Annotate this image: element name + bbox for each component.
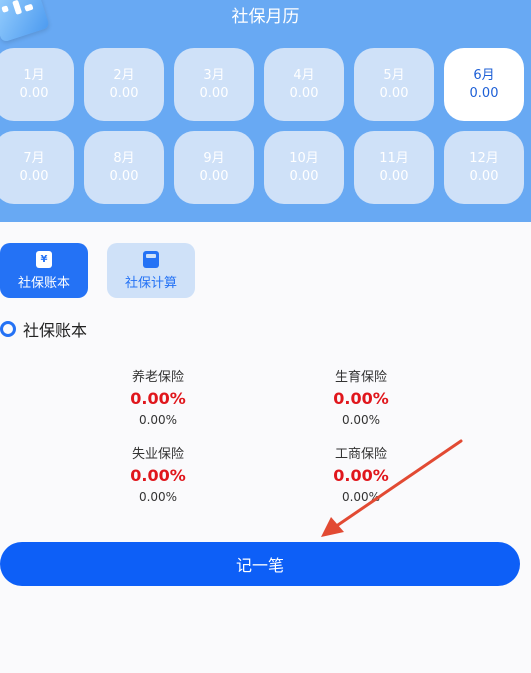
circle-bullet-icon <box>0 321 16 337</box>
month-tile-2[interactable]: 2月 0.00 <box>84 48 164 121</box>
tab-ledger-label: 社保账本 <box>17 275 70 291</box>
insurance-name: 生育保险 <box>334 370 387 385</box>
month-value: 0.00 <box>199 85 229 101</box>
month-label: 4月 <box>293 67 315 83</box>
month-tile-7[interactable]: 7月 0.00 <box>0 131 74 204</box>
month-tile-5[interactable]: 5月 0.00 <box>354 48 434 121</box>
month-value: 0.00 <box>379 85 409 101</box>
insurance-percent: 0.00% <box>333 466 389 485</box>
insurance-sub-value: 0.00% <box>341 413 381 427</box>
insurance-unemployment: 失业保险 0.00% 0.00% <box>88 446 228 505</box>
month-value: 0.00 <box>199 168 229 184</box>
month-label: 2月 <box>113 67 135 83</box>
month-tile-11[interactable]: 11月 0.00 <box>354 131 434 204</box>
month-label: 10月 <box>289 150 319 166</box>
insurance-sub-value: 0.00% <box>138 413 178 427</box>
record-button[interactable]: 记一笔 <box>0 542 520 586</box>
month-tile-4[interactable]: 4月 0.00 <box>264 48 344 121</box>
month-label: 6月 <box>473 67 495 83</box>
tab-ledger[interactable]: ¥ 社保账本 <box>0 243 88 298</box>
month-label: 11月 <box>379 150 409 166</box>
section-title: 社保账本 <box>23 321 88 340</box>
month-tile-10[interactable]: 10月 0.00 <box>264 131 344 204</box>
insurance-pension: 养老保险 0.00% 0.00% <box>88 369 228 428</box>
insurance-name: 养老保险 <box>131 370 184 385</box>
insurance-name: 失业保险 <box>131 447 184 462</box>
month-label: 12月 <box>469 150 499 166</box>
month-label: 9月 <box>203 150 225 166</box>
month-value: 0.00 <box>109 85 139 101</box>
month-value: 0.00 <box>469 85 499 101</box>
month-tile-6[interactable]: 6月 0.00 <box>444 48 524 121</box>
month-tile-1[interactable]: 1月 0.00 <box>0 48 74 121</box>
month-value: 0.00 <box>109 168 139 184</box>
month-tile-3[interactable]: 3月 0.00 <box>174 48 254 121</box>
insurance-injury: 工商保险 0.00% 0.00% <box>291 446 431 505</box>
yen-icon: ¥ <box>36 250 52 268</box>
insurance-percent: 0.00% <box>130 389 186 408</box>
month-value: 0.00 <box>379 168 409 184</box>
section-header: 社保账本 <box>0 318 87 340</box>
calendar-header: 社保月历 1月 0.00 2月 0.00 3月 0.00 4月 0.00 5月 … <box>0 0 531 222</box>
insurance-percent: 0.00% <box>333 389 389 408</box>
insurance-maternity: 生育保险 0.00% 0.00% <box>291 369 431 428</box>
month-value: 0.00 <box>289 85 319 101</box>
insurance-percent: 0.00% <box>130 466 186 485</box>
month-label: 5月 <box>383 67 405 83</box>
month-label: 3月 <box>203 67 225 83</box>
month-value: 0.00 <box>469 168 499 184</box>
month-label: 7月 <box>23 150 45 166</box>
month-value: 0.00 <box>289 168 319 184</box>
page-title: 社保月历 <box>231 7 300 27</box>
tab-calculator[interactable]: 社保计算 <box>107 243 195 298</box>
tab-calculator-label: 社保计算 <box>124 275 177 291</box>
month-tile-12[interactable]: 12月 0.00 <box>444 131 524 204</box>
month-label: 1月 <box>23 67 45 83</box>
insurance-name: 工商保险 <box>334 447 387 462</box>
month-value: 0.00 <box>19 85 49 101</box>
month-value: 0.00 <box>19 168 49 184</box>
insurance-sub-value: 0.00% <box>138 490 178 504</box>
calculator-icon <box>143 250 159 268</box>
insurance-sub-value: 0.00% <box>341 490 381 504</box>
month-tile-9[interactable]: 9月 0.00 <box>174 131 254 204</box>
month-label: 8月 <box>113 150 135 166</box>
month-tile-8[interactable]: 8月 0.00 <box>84 131 164 204</box>
social-security-page: 社保月历 1月 0.00 2月 0.00 3月 0.00 4月 0.00 5月 … <box>0 0 531 673</box>
